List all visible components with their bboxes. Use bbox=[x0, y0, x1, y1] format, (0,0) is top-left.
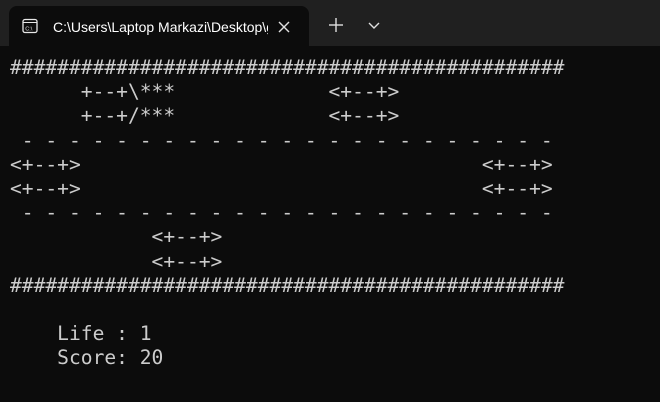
terminal-line: ########################################… bbox=[10, 273, 565, 297]
terminal-line: +--+/*** <+--+> bbox=[10, 104, 400, 128]
svg-text:C:\: C:\ bbox=[25, 26, 33, 32]
terminal-output[interactable]: ########################################… bbox=[10, 56, 660, 396]
terminal-line: +--+\*** <+--+> bbox=[10, 80, 400, 104]
terminal-line: - - - - - - - - - - - - - - - - - - - - … bbox=[10, 201, 553, 225]
close-icon[interactable] bbox=[272, 15, 296, 39]
terminal-line: Score: 20 bbox=[10, 346, 164, 370]
terminal-line: <+--+> <+--+> bbox=[10, 152, 553, 176]
terminal-line: Life : 1 bbox=[10, 322, 152, 346]
plus-icon[interactable] bbox=[323, 12, 349, 38]
title-bar: C:\ C:\Users\Laptop Markazi\Desktop\game… bbox=[0, 0, 660, 46]
terminal-line: <+--+> bbox=[10, 249, 223, 273]
chevron-down-icon[interactable] bbox=[361, 12, 387, 38]
tab-title: C:\Users\Laptop Markazi\Desktop\game.exe bbox=[53, 19, 268, 35]
terminal-line: ########################################… bbox=[10, 56, 565, 79]
terminal-line: <+--+> bbox=[10, 225, 223, 249]
tab-terminal[interactable]: C:\ C:\Users\Laptop Markazi\Desktop\game… bbox=[9, 6, 309, 46]
terminal-icon: C:\ bbox=[22, 18, 38, 34]
terminal-line: - - - - - - - - - - - - - - - - - - - - … bbox=[10, 128, 553, 152]
terminal-line: <+--+> <+--+> bbox=[10, 176, 553, 200]
